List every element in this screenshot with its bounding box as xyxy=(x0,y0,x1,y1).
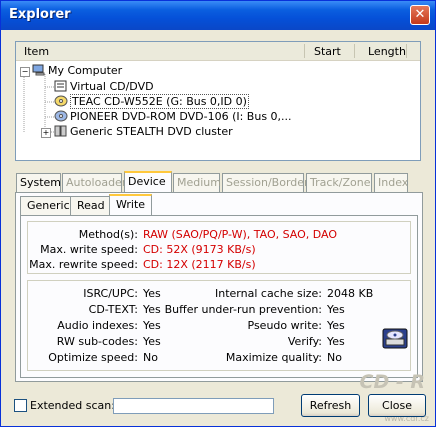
tab-session-border[interactable]: Session/Border xyxy=(222,173,309,192)
tree-node-label: TEAC CD-W552E (G: Bus 0,ID 0) xyxy=(70,94,249,109)
cdr-watermark: CD - R xyxy=(359,371,425,393)
title-bar[interactable]: Explorer ✕ xyxy=(1,1,435,30)
refresh-button[interactable]: Refresh xyxy=(301,394,360,417)
extended-scan-label: Extended scan: xyxy=(30,399,115,412)
maximize-quality-value: No xyxy=(327,351,342,364)
verify-value: Yes xyxy=(327,335,345,348)
tab-device[interactable]: Device xyxy=(124,171,172,192)
buffer-underrun-value: Yes xyxy=(327,303,345,316)
tree-node-cluster[interactable]: Generic STEALTH DVD cluster xyxy=(54,124,233,139)
tree-node-label: PIONEER DVD-ROM DVD-106 (I: Bus 0,... xyxy=(70,110,292,123)
extended-scan-field[interactable] xyxy=(113,398,274,414)
extended-scan-checkbox[interactable] xyxy=(14,399,27,412)
tree-node-my-computer[interactable]: My Computer xyxy=(32,63,122,78)
dvd-drive-icon xyxy=(54,110,68,122)
rw-subcodes-label: RW sub-codes: xyxy=(56,335,138,348)
cd-text-value: Yes xyxy=(143,303,161,316)
tab-track-zone[interactable]: Track/Zone xyxy=(306,173,372,192)
rewrite-speed-value: CD: 12X (2117 KB/s) xyxy=(143,258,256,271)
cluster-icon xyxy=(54,125,68,137)
expand-cluster-toggle[interactable]: + xyxy=(41,128,51,138)
rw-subcodes-value: Yes xyxy=(143,335,161,348)
rewrite-speed-label: Max. rewrite speed: xyxy=(29,258,138,271)
close-button[interactable]: Close xyxy=(368,394,426,417)
device-tab-panel: Generic Read Write Method(s): RAW (SAO/P… xyxy=(15,192,423,382)
computer-icon xyxy=(32,64,46,76)
tab-autoloader[interactable]: Autoloader xyxy=(62,173,126,192)
explorer-window: Explorer ✕ Item Start Length − My Comput… xyxy=(0,0,436,427)
subtab-generic[interactable]: Generic xyxy=(20,196,77,215)
subtab-write[interactable]: Write xyxy=(109,194,153,216)
optimize-speed-value: No xyxy=(143,351,158,364)
cd-burner-icon xyxy=(382,327,408,354)
write-capabilities-panel: Method(s): RAW (SAO/PQ/P-W), TAO, SAO, D… xyxy=(20,215,418,378)
tree-node-label: My Computer xyxy=(48,64,123,77)
write-speed-label: Max. write speed: xyxy=(40,243,138,256)
pseudo-write-value: Yes xyxy=(327,319,345,332)
tab-medium[interactable]: Medium xyxy=(173,173,221,192)
expand-my-computer-toggle[interactable]: − xyxy=(20,67,30,77)
cache-size-value: 2048 KB xyxy=(327,287,374,300)
cd-drive-icon xyxy=(54,95,68,107)
subtab-read[interactable]: Read xyxy=(70,196,112,215)
window-close-button[interactable]: ✕ xyxy=(410,5,430,25)
methods-value: RAW (SAO/PQ/P-W), TAO, SAO, DAO xyxy=(143,228,338,241)
buffer-underrun-label: Buffer under-run prevention: xyxy=(164,303,322,316)
methods-label: Method(s): xyxy=(78,228,138,241)
write-features-group: ISRC/UPC: Yes CD-TEXT: Yes Audio indexes… xyxy=(27,280,411,371)
isrc-upc-label: ISRC/UPC: xyxy=(83,287,138,300)
tree-node-label: Virtual CD/DVD xyxy=(70,80,154,93)
cd-text-label: CD-TEXT: xyxy=(88,303,138,316)
window-title: Explorer xyxy=(9,7,71,22)
write-methods-group: Method(s): RAW (SAO/PQ/P-W), TAO, SAO, D… xyxy=(27,221,411,274)
virtual-drive-icon xyxy=(54,80,68,92)
tree-node-teac[interactable]: TEAC CD-W552E (G: Bus 0,ID 0) xyxy=(54,94,249,109)
tab-system[interactable]: System xyxy=(16,173,61,192)
maximize-quality-label: Maximize quality: xyxy=(225,351,322,364)
tree-node-label: Generic STEALTH DVD cluster xyxy=(70,125,233,138)
tree-node-virtual-cd[interactable]: Virtual CD/DVD xyxy=(54,79,154,94)
audio-indexes-label: Audio indexes: xyxy=(57,319,138,332)
audio-indexes-value: Yes xyxy=(143,319,161,332)
cache-size-label: Internal cache size: xyxy=(215,287,322,300)
pseudo-write-label: Pseudo write: xyxy=(247,319,322,332)
optimize-speed-label: Optimize speed: xyxy=(48,351,138,364)
isrc-upc-value: Yes xyxy=(143,287,161,300)
write-speed-value: CD: 52X (9173 KB/s) xyxy=(143,243,256,256)
tab-index[interactable]: Index xyxy=(374,173,408,192)
device-tree[interactable]: Item Start Length − My Computer Virtual xyxy=(15,41,421,161)
verify-label: Verify: xyxy=(287,335,322,348)
tree-node-pioneer[interactable]: PIONEER DVD-ROM DVD-106 (I: Bus 0,... xyxy=(54,109,292,124)
